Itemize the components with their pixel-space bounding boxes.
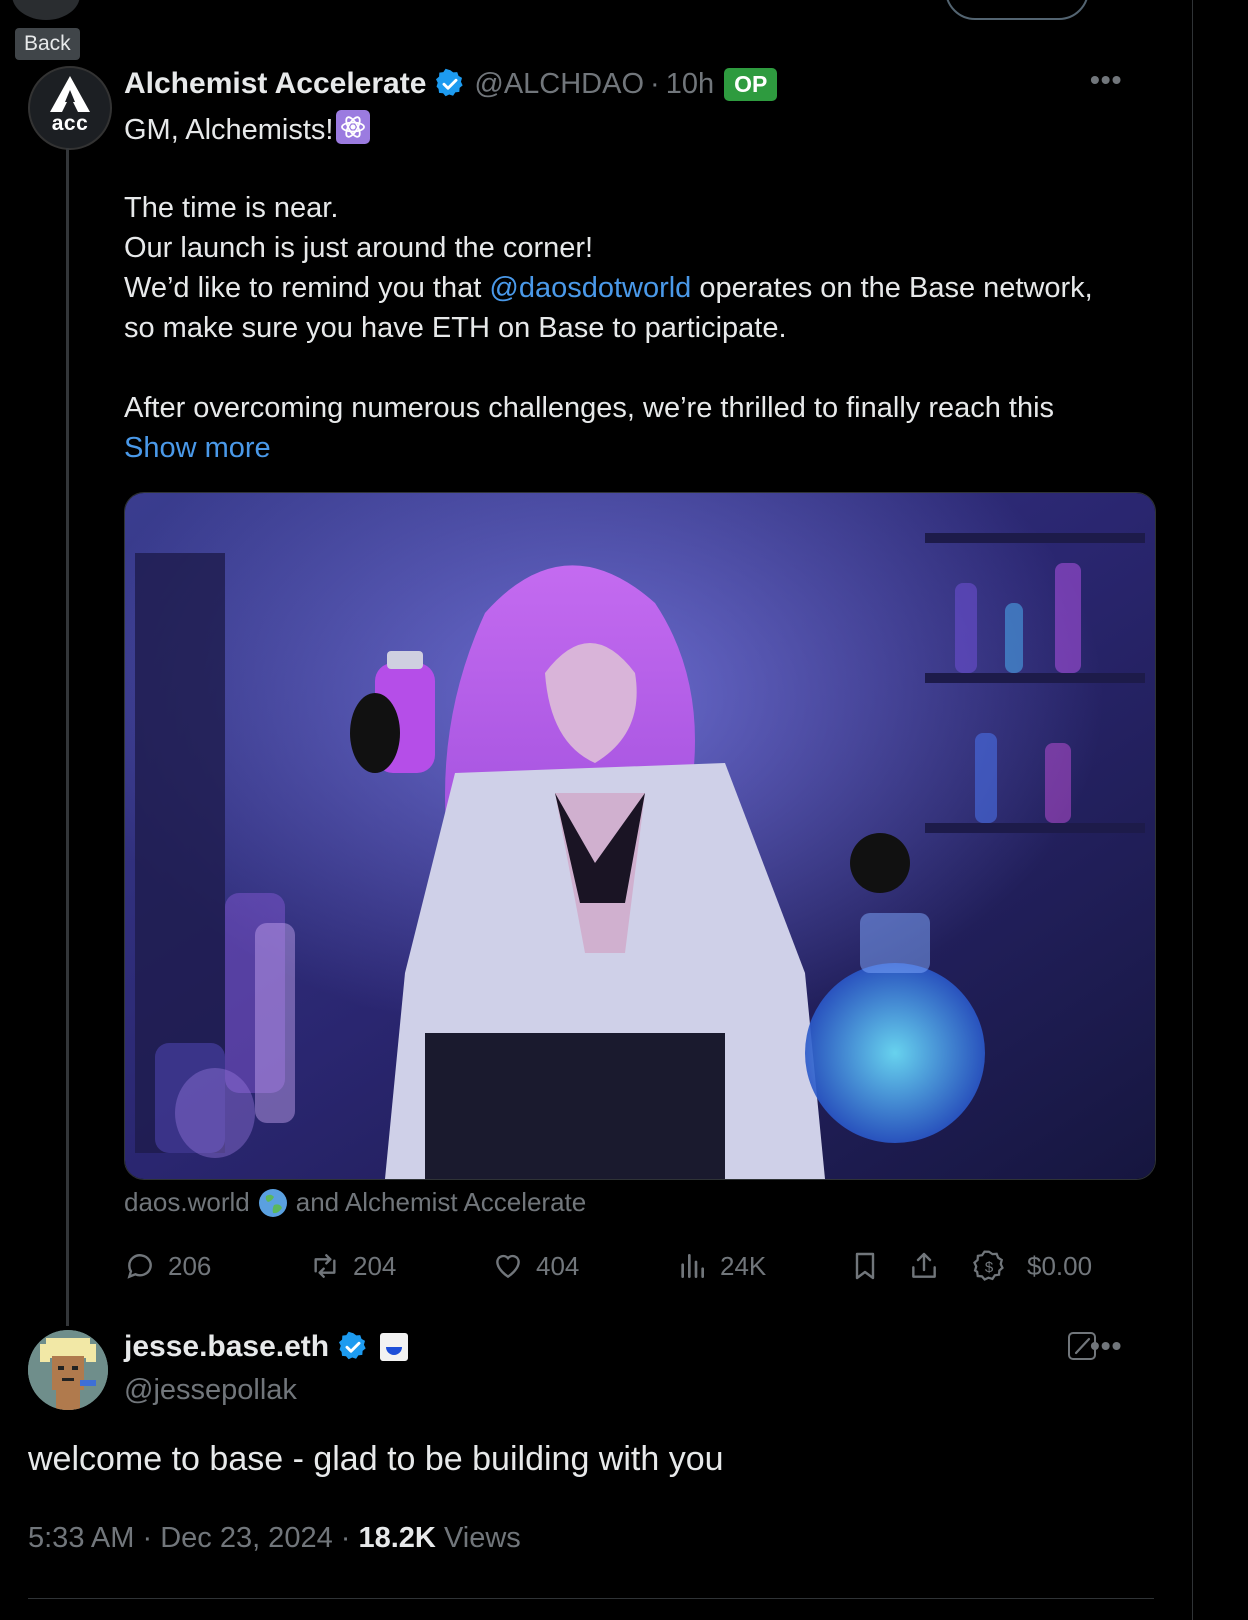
back-tooltip: Back: [15, 28, 80, 60]
tip-button[interactable]: $ $0.00: [971, 1243, 1092, 1289]
views-icon: [681, 1254, 704, 1278]
pixel-avatar-icon: [28, 1330, 108, 1410]
previous-avatar: [12, 0, 80, 20]
reply-text: welcome to base - glad to be building wi…: [28, 1440, 724, 1478]
reply-button[interactable]: 206: [124, 1243, 211, 1289]
tweet-time[interactable]: 10h: [666, 68, 714, 101]
tweet-text-line: so make sure you have ETH on Base to par…: [124, 312, 787, 344]
globe-icon: [258, 1188, 287, 1217]
reply-header: jesse.base.eth: [124, 1330, 409, 1364]
author-name[interactable]: jesse.base.eth: [124, 1330, 329, 1364]
share-button[interactable]: [908, 1243, 952, 1289]
mention-link[interactable]: @daosdotworld: [489, 272, 691, 304]
op-badge: OP: [724, 67, 778, 101]
separator-dot: ·: [142, 1522, 161, 1554]
bookmark-button[interactable]: [849, 1243, 893, 1289]
author-name[interactable]: Alchemist Accelerate: [124, 67, 426, 101]
tip-icon: $: [973, 1250, 1004, 1281]
separator-dot: ·: [650, 67, 660, 100]
like-button[interactable]: 404: [492, 1243, 579, 1289]
action-bar: 206 204 404 24K $ $0.00: [124, 1243, 1134, 1293]
tweet-text-line: GM, Alchemists!: [124, 110, 370, 150]
acc-logo-icon: [50, 76, 90, 112]
tweet-text-line: Our launch is just around the corner!: [124, 232, 594, 264]
tweet-header: Alchemist Accelerate @ALCHDAO · 10h OP: [124, 62, 778, 106]
tweet-text-line: We’d like to remind you that @daosdotwor…: [124, 268, 1093, 308]
tagged-rest: and Alchemist Accelerate: [295, 1187, 587, 1217]
tagged-first: daos.world: [124, 1187, 250, 1217]
column-divider: [1192, 0, 1193, 1620]
tip-amount: $0.00: [1027, 1250, 1093, 1281]
show-more-link[interactable]: Show more: [124, 428, 271, 468]
avatar[interactable]: [28, 1330, 108, 1410]
reply-button-partial[interactable]: [945, 0, 1089, 20]
verified-badge-icon[interactable]: [337, 1331, 369, 1363]
tagged-accounts[interactable]: daos.world and Alchemist Accelerate: [124, 1187, 586, 1218]
views-button[interactable]: 24K: [676, 1243, 766, 1289]
lab-illustration: [125, 493, 1155, 1179]
bookmark-icon: [855, 1252, 875, 1280]
tweet-meta: 5:33 AM · Dec 23, 2024 · 18.2K Views: [28, 1522, 521, 1555]
views-count: 24K: [720, 1250, 767, 1281]
more-icon[interactable]: •••: [1090, 64, 1122, 96]
blue-square-icon: [380, 1333, 409, 1361]
reply-count: 206: [168, 1250, 212, 1281]
views-count: 18.2K: [358, 1522, 436, 1554]
repost-count: 204: [353, 1250, 397, 1281]
repost-icon: [314, 1254, 336, 1278]
like-icon: [496, 1254, 520, 1279]
tweet-text-line: The time is near.: [124, 192, 339, 224]
tweet-date[interactable]: Dec 23, 2024: [160, 1522, 333, 1554]
atom-emoji-icon: [335, 110, 370, 144]
greeting-text: GM, Alchemists!: [124, 114, 334, 146]
svg-text:$: $: [985, 1259, 994, 1276]
tweet-image[interactable]: [124, 492, 1156, 1180]
author-handle[interactable]: @ALCHDAO: [474, 68, 644, 101]
like-count: 404: [536, 1250, 580, 1281]
divider: [28, 1598, 1154, 1599]
tweet-time[interactable]: 5:33 AM: [28, 1522, 134, 1554]
avatar-text: acc: [51, 112, 89, 135]
share-icon: [912, 1252, 936, 1278]
views-label: Views: [443, 1522, 521, 1554]
repost-button[interactable]: 204: [309, 1243, 396, 1289]
verified-badge-icon[interactable]: [434, 68, 466, 100]
text-segment: operates on the Base network,: [691, 272, 1093, 304]
tweet-text-line: After overcoming numerous challenges, we…: [124, 392, 1055, 424]
text-segment: We’d like to remind you that: [124, 272, 490, 304]
separator-dot: ·: [340, 1522, 359, 1554]
reply-icon: [127, 1254, 152, 1279]
avatar[interactable]: acc: [28, 66, 112, 150]
author-handle[interactable]: @jessepollak: [124, 1374, 297, 1407]
more-icon[interactable]: •••: [1090, 1330, 1122, 1362]
thread-line: [66, 148, 69, 1326]
